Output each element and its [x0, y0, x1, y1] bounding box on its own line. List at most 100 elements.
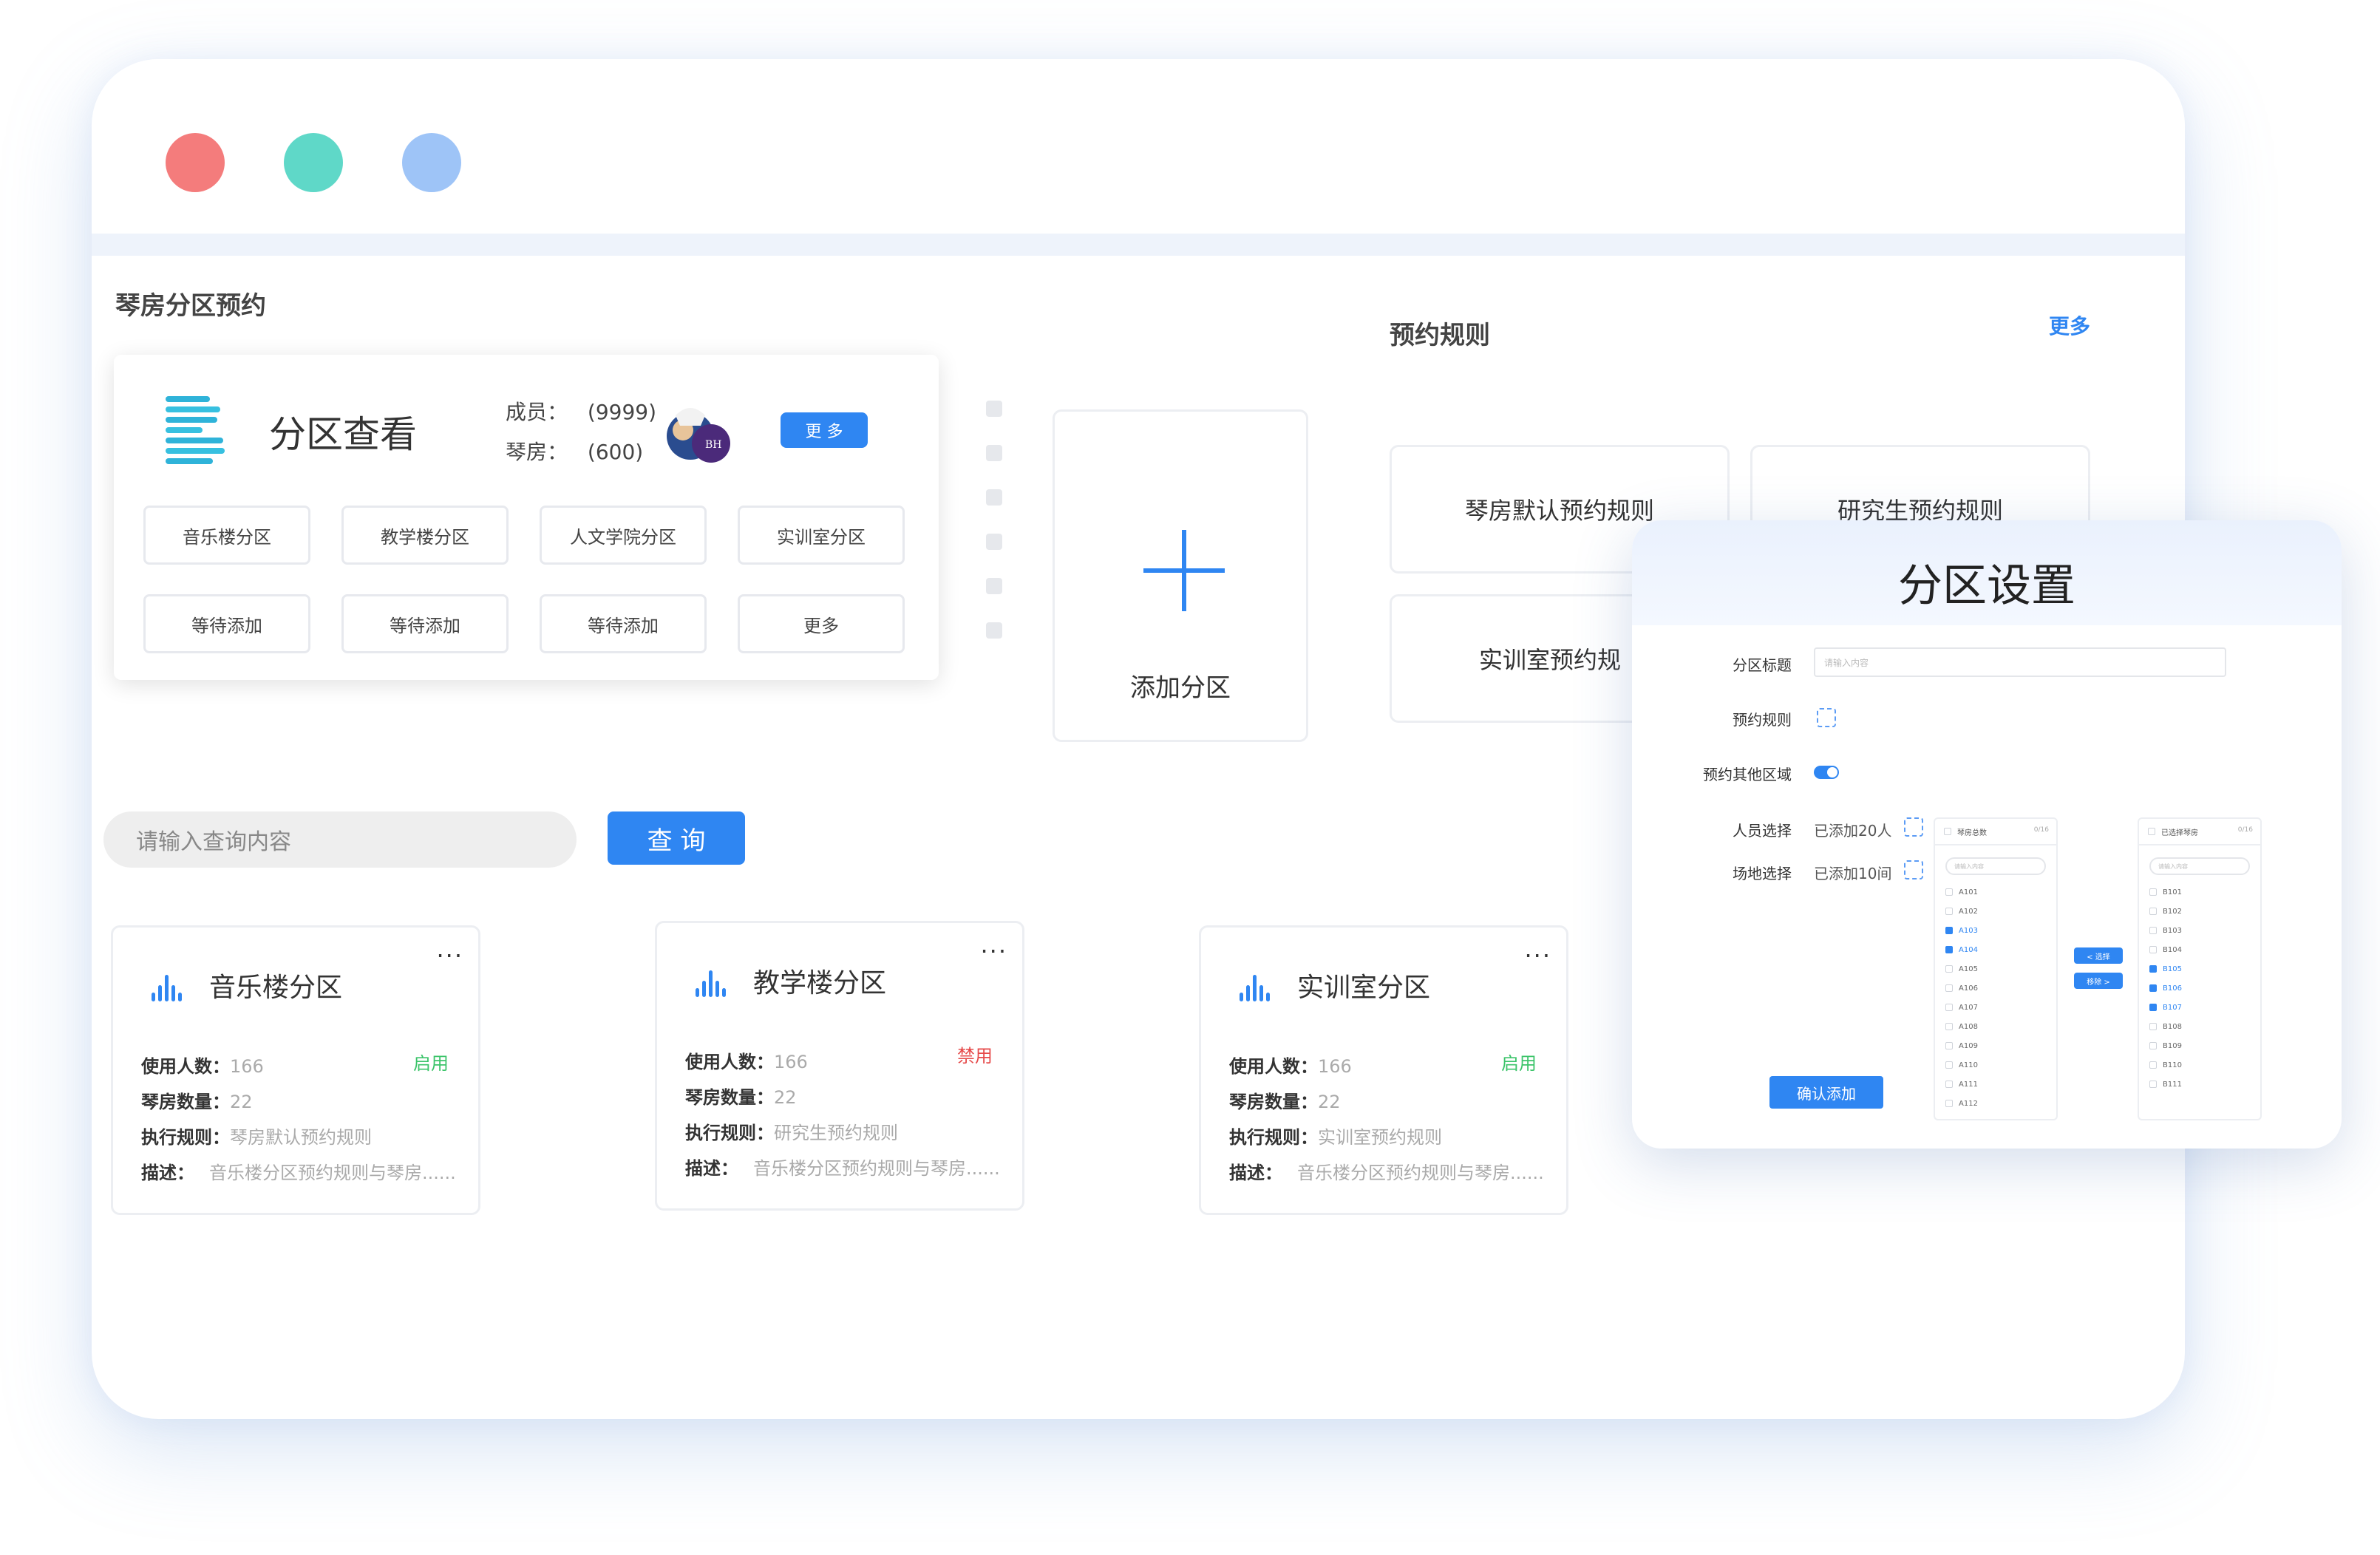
item-checkbox[interactable] [2149, 1023, 2157, 1030]
zone-title-input[interactable]: 请输入内容 [1814, 647, 2226, 677]
transfer-search-input[interactable]: 请输入内容 [1945, 857, 2046, 875]
item-checkbox[interactable] [1945, 984, 1953, 992]
item-label: B106 [2163, 984, 2182, 993]
item-checkbox[interactable] [1945, 888, 1953, 896]
item-checkbox[interactable] [2149, 1042, 2157, 1049]
zone-tag-pending-3[interactable]: 等待添加 [540, 594, 707, 653]
zone-tag-teaching[interactable]: 教学楼分区 [341, 506, 509, 565]
transfer-item[interactable]: A111 [1945, 1079, 1978, 1089]
item-checkbox[interactable] [2149, 927, 2157, 934]
transfer-item[interactable]: B103 [2149, 925, 2182, 936]
pagination-dot[interactable] [986, 489, 1002, 506]
more-options-icon[interactable]: ... [1524, 935, 1551, 963]
transfer-item[interactable]: B111 [2149, 1079, 2182, 1089]
transfer-item[interactable]: B101 [2149, 887, 2182, 897]
transfer-item[interactable]: A109 [1945, 1041, 1978, 1051]
item-checkbox[interactable] [2149, 946, 2157, 953]
zone-tag-training[interactable]: 实训室分区 [738, 506, 905, 565]
pagination-dot[interactable] [986, 445, 1002, 461]
rooms-row: 琴房数量：22 [1229, 1087, 1341, 1113]
confirm-add-button[interactable]: 确认添加 [1769, 1076, 1883, 1109]
transfer-item[interactable]: B104 [2149, 945, 2182, 955]
transfer-item[interactable]: A104 [1945, 945, 1978, 955]
zone-card-teaching[interactable]: 教学楼分区 ... 禁用 使用人数：166 琴房数量：22 执行规则：研究生预约… [655, 921, 1024, 1211]
transfer-item[interactable]: B106 [2149, 983, 2182, 993]
select-all-checkbox[interactable] [1944, 828, 1951, 835]
other-area-toggle[interactable] [1814, 766, 1839, 779]
item-checkbox[interactable] [2149, 908, 2157, 915]
transfer-item[interactable]: A102 [1945, 906, 1978, 916]
zone-tag-humanities[interactable]: 人文学院分区 [540, 506, 707, 565]
item-checkbox[interactable] [1945, 1023, 1953, 1030]
search-button[interactable]: 查 询 [608, 811, 745, 865]
zone-card-training[interactable]: 实训室分区 ... 启用 使用人数：166 琴房数量：22 执行规则：实训室预约… [1199, 925, 1568, 1215]
select-people-icon[interactable] [1904, 817, 1923, 837]
more-button[interactable]: 更 多 [781, 412, 868, 448]
more-options-icon[interactable]: ... [980, 930, 1007, 959]
pagination-dot[interactable] [986, 578, 1002, 594]
item-checkbox[interactable] [2149, 1081, 2157, 1088]
zone-card-music[interactable]: 音乐楼分区 ... 启用 使用人数：166 琴房数量：22 执行规则：琴房默认预… [111, 925, 480, 1215]
transfer-item[interactable]: A108 [1945, 1021, 1978, 1032]
close-window-button[interactable] [166, 133, 225, 192]
item-checkbox[interactable] [1945, 965, 1953, 973]
select-venue-icon[interactable] [1904, 860, 1923, 879]
rooms-value: 22 [230, 1092, 253, 1112]
transfer-item[interactable]: A110 [1945, 1060, 1978, 1070]
audio-wave-icon [1240, 972, 1274, 1001]
item-checkbox[interactable] [1945, 1100, 1953, 1107]
item-checkbox[interactable] [1945, 1061, 1953, 1069]
transfer-item[interactable]: B109 [2149, 1041, 2182, 1051]
transfer-item[interactable]: A101 [1945, 887, 1978, 897]
transfer-item[interactable]: A107 [1945, 1002, 1978, 1013]
pagination-dot[interactable] [986, 622, 1002, 639]
item-label: A102 [1959, 907, 1978, 916]
item-checkbox[interactable] [2149, 1061, 2157, 1069]
more-options-icon[interactable]: ... [436, 935, 463, 963]
zone-tag-pending-1[interactable]: 等待添加 [143, 594, 310, 653]
item-checkbox[interactable] [1945, 927, 1953, 934]
transfer-item[interactable]: B110 [2149, 1060, 2182, 1070]
maximize-window-button[interactable] [402, 133, 461, 192]
remove-button[interactable]: 移除 > [2074, 973, 2123, 989]
transfer-item[interactable]: B105 [2149, 964, 2182, 974]
transfer-item[interactable]: B108 [2149, 1021, 2182, 1032]
venue-label: 场地选择 [1733, 865, 1792, 882]
item-checkbox[interactable] [2149, 888, 2157, 896]
rules-more-link[interactable]: 更多 [2049, 310, 2090, 340]
transfer-item[interactable]: A106 [1945, 983, 1978, 993]
pagination-dot[interactable] [986, 534, 1002, 550]
item-label: A107 [1959, 1003, 1978, 1012]
transfer-search-input[interactable]: 请输入内容 [2149, 857, 2250, 875]
transfer-item[interactable]: B107 [2149, 1002, 2182, 1013]
rooms-row: 琴房数量：22 [685, 1083, 797, 1109]
item-label: A106 [1959, 984, 1978, 993]
transfer-item[interactable]: A112 [1945, 1098, 1978, 1109]
item-checkbox[interactable] [1945, 946, 1953, 953]
zone-overview-title: 分区查看 [269, 413, 417, 456]
item-checkbox[interactable] [1945, 908, 1953, 915]
pagination-dot[interactable] [986, 401, 1002, 417]
item-checkbox[interactable] [2149, 965, 2157, 973]
select-rule-icon[interactable] [1817, 708, 1836, 727]
desc-value: 音乐楼分区预约规则与琴房...... [1297, 1163, 1544, 1183]
item-label: A101 [1959, 888, 1978, 896]
select-button[interactable]: < 选择 [2074, 947, 2123, 964]
zone-tag-more[interactable]: 更多 [738, 594, 905, 653]
item-checkbox[interactable] [1945, 1004, 1953, 1011]
transfer-item[interactable]: A103 [1945, 925, 1978, 936]
item-checkbox[interactable] [2149, 984, 2157, 992]
item-checkbox[interactable] [1945, 1042, 1953, 1049]
transfer-item[interactable]: B102 [2149, 906, 2182, 916]
desc-value: 音乐楼分区预约规则与琴房...... [753, 1158, 1000, 1179]
select-all-checkbox[interactable] [2148, 828, 2155, 835]
item-checkbox[interactable] [1945, 1081, 1953, 1088]
zone-tag-pending-2[interactable]: 等待添加 [341, 594, 509, 653]
transfer-item[interactable]: A105 [1945, 964, 1978, 974]
minimize-window-button[interactable] [284, 133, 343, 192]
add-zone-card[interactable]: 添加分区 [1053, 409, 1308, 742]
search-input[interactable]: 请输入查询内容 [103, 811, 577, 868]
status-badge: 启用 [413, 1053, 449, 1074]
zone-tag-music[interactable]: 音乐楼分区 [143, 506, 310, 565]
item-checkbox[interactable] [2149, 1004, 2157, 1011]
